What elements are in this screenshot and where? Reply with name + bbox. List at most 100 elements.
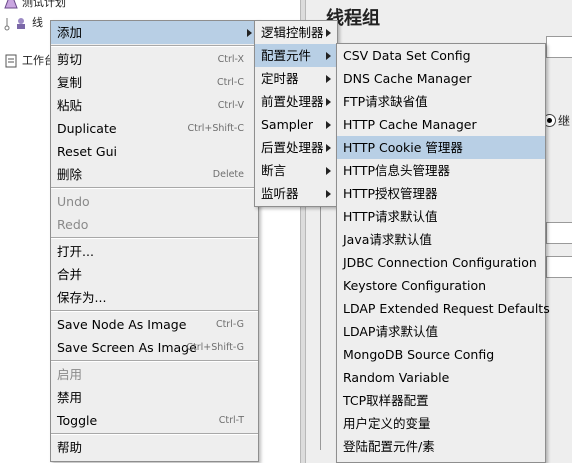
menu-item-label: Save Node As Image [57, 317, 187, 332]
add-submenu: 逻辑控制器 配置元件 定时器 前置处理器 Sampler 后置处理器 断言 监听… [254, 20, 338, 207]
menu-item-duplicate[interactable]: Duplicate Ctrl+Shift-C [51, 117, 258, 140]
menu-item-label: 添加 [57, 25, 83, 40]
tree-item-thread-group[interactable]: 线 [14, 14, 43, 32]
workbench-icon [4, 54, 18, 68]
submenu-item-logic-controller[interactable]: 逻辑控制器 [255, 21, 337, 44]
menu-item-paste[interactable]: 粘贴 Ctrl-V [51, 94, 258, 117]
config-item-http-header-manager[interactable]: HTTP信息头管理器 [337, 159, 545, 182]
config-item-http-auth-manager[interactable]: HTTP授权管理器 [337, 182, 545, 205]
continue-radio-label: 继 [558, 114, 571, 128]
menu-item-delete[interactable]: 删除 Delete [51, 163, 258, 186]
menu-item-label: 定时器 [261, 71, 299, 86]
config-item-http-cookie-manager[interactable]: HTTP Cookie 管理器 [337, 136, 545, 159]
config-item-tcp-sampler-config[interactable]: TCP取样器配置 [337, 389, 545, 412]
thread-group-icon [14, 16, 28, 30]
menu-item-undo: Undo [51, 190, 258, 213]
submenu-item-timer[interactable]: 定时器 [255, 67, 337, 90]
menu-item-redo: Redo [51, 213, 258, 236]
submenu-arrow-icon [326, 167, 331, 175]
menu-item-label: TCP取样器配置 [343, 393, 429, 408]
menu-item-label: 禁用 [57, 390, 83, 405]
menu-item-label: 后置处理器 [261, 140, 324, 155]
menu-item-help[interactable]: 帮助 [51, 436, 258, 459]
config-item-user-defined-variables[interactable]: 用户定义的变量 [337, 412, 545, 435]
menu-item-label: Toggle [57, 413, 98, 428]
menu-item-save-screen-image[interactable]: Save Screen As Image Ctrl+Shift-G [51, 336, 258, 359]
menu-item-shortcut: Delete [212, 169, 244, 180]
menu-item-label: 配置元件 [261, 48, 312, 63]
rampup-field[interactable] [546, 256, 572, 278]
tree-item-workbench[interactable]: 工作台 [4, 52, 55, 70]
submenu-item-pre-processor[interactable]: 前置处理器 [255, 90, 337, 113]
menu-item-copy[interactable]: 复制 Ctrl-C [51, 71, 258, 94]
submenu-item-post-processor[interactable]: 后置处理器 [255, 136, 337, 159]
menu-item-label: HTTP授权管理器 [343, 186, 438, 201]
config-item-ldap-request-defaults[interactable]: LDAP请求默认值 [337, 320, 545, 343]
menu-item-toggle[interactable]: Toggle Ctrl-T [51, 409, 258, 432]
menu-item-label: 断言 [261, 163, 287, 178]
config-item-login-config[interactable]: 登陆配置元件/素 [337, 435, 545, 458]
menu-item-label: Undo [57, 194, 90, 209]
menu-separator [51, 360, 258, 362]
menu-item-label: Duplicate [57, 121, 117, 136]
menu-item-label: Keystore Configuration [343, 278, 487, 293]
name-field[interactable] [546, 36, 572, 58]
menu-item-cut[interactable]: 剪切 Ctrl-X [51, 48, 258, 71]
menu-item-shortcut: Ctrl-C [217, 77, 244, 88]
config-item-http-cache-manager[interactable]: HTTP Cache Manager [337, 113, 545, 136]
menu-item-label: Redo [57, 217, 89, 232]
menu-separator [51, 310, 258, 312]
config-item-mongodb-source[interactable]: MongoDB Source Config [337, 343, 545, 366]
menu-item-shortcut: Ctrl-V [217, 100, 244, 111]
config-item-keystore[interactable]: Keystore Configuration [337, 274, 545, 297]
menu-item-label: 登陆配置元件/素 [343, 439, 435, 454]
context-menu: 添加 剪切 Ctrl-X 复制 Ctrl-C 粘贴 Ctrl-V Duplicate C… [50, 20, 259, 462]
config-item-http-request-defaults[interactable]: HTTP请求默认值 [337, 205, 545, 228]
menu-item-label: 剪切 [57, 52, 83, 67]
submenu-arrow-icon [326, 98, 331, 106]
submenu-item-assertion[interactable]: 断言 [255, 159, 337, 182]
menu-item-label: 前置处理器 [261, 94, 324, 109]
tree-item-label: 测试计划 [22, 0, 66, 9]
menu-item-label: Reset Gui [57, 144, 117, 159]
submenu-item-config-element[interactable]: 配置元件 [255, 44, 337, 67]
menu-item-label: 用户定义的变量 [343, 416, 431, 431]
menu-separator [51, 433, 258, 435]
config-item-jdbc-connection[interactable]: JDBC Connection Configuration [337, 251, 545, 274]
menu-item-label: Random Variable [343, 370, 450, 385]
menu-item-label: HTTP请求默认值 [343, 209, 438, 224]
menu-item-save-as[interactable]: 保存为... [51, 286, 258, 309]
tree-item-test-plan[interactable]: 测试计划 [4, 0, 66, 12]
config-item-random-variable[interactable]: Random Variable [337, 366, 545, 389]
submenu-item-listener[interactable]: 监听器 [255, 182, 337, 205]
config-element-submenu: CSV Data Set Config DNS Cache Manager FT… [336, 43, 550, 463]
menu-item-merge[interactable]: 合并 [51, 263, 258, 286]
menu-item-enable: 启用 [51, 363, 258, 386]
panel-border [320, 200, 321, 450]
menu-item-label: LDAP Extended Request Defaults [343, 301, 550, 316]
menu-item-label: 监听器 [261, 186, 299, 201]
submenu-item-sampler[interactable]: Sampler [255, 113, 337, 136]
config-item-ldap-extended-defaults[interactable]: LDAP Extended Request Defaults [337, 297, 550, 320]
menu-item-label: 复制 [57, 75, 83, 90]
menu-item-save-node-image[interactable]: Save Node As Image Ctrl-G [51, 313, 258, 336]
config-item-csv-data-set[interactable]: CSV Data Set Config [337, 44, 545, 67]
menu-item-add[interactable]: 添加 [51, 21, 258, 44]
menu-item-label: 保存为... [57, 290, 107, 305]
config-item-ftp-defaults[interactable]: FTP请求缺省值 [337, 90, 545, 113]
menu-item-label: 帮助 [57, 440, 83, 455]
menu-item-open[interactable]: 打开... [51, 240, 258, 263]
menu-item-disable[interactable]: 禁用 [51, 386, 258, 409]
menu-item-label: Java请求默认值 [343, 232, 432, 247]
config-item-java-request-defaults[interactable]: Java请求默认值 [337, 228, 545, 251]
submenu-arrow-icon [326, 190, 331, 198]
menu-item-label: DNS Cache Manager [343, 71, 472, 86]
menu-item-label: Save Screen As Image [57, 340, 197, 355]
submenu-arrow-icon [326, 144, 331, 152]
config-item-dns-cache-manager[interactable]: DNS Cache Manager [337, 67, 545, 90]
threads-field[interactable] [546, 222, 572, 244]
menu-item-reset-gui[interactable]: Reset Gui [51, 140, 258, 163]
menu-item-shortcut: Ctrl+Shift-C [187, 123, 244, 134]
menu-item-shortcut: Ctrl-X [217, 54, 244, 65]
submenu-arrow-icon [326, 75, 331, 83]
